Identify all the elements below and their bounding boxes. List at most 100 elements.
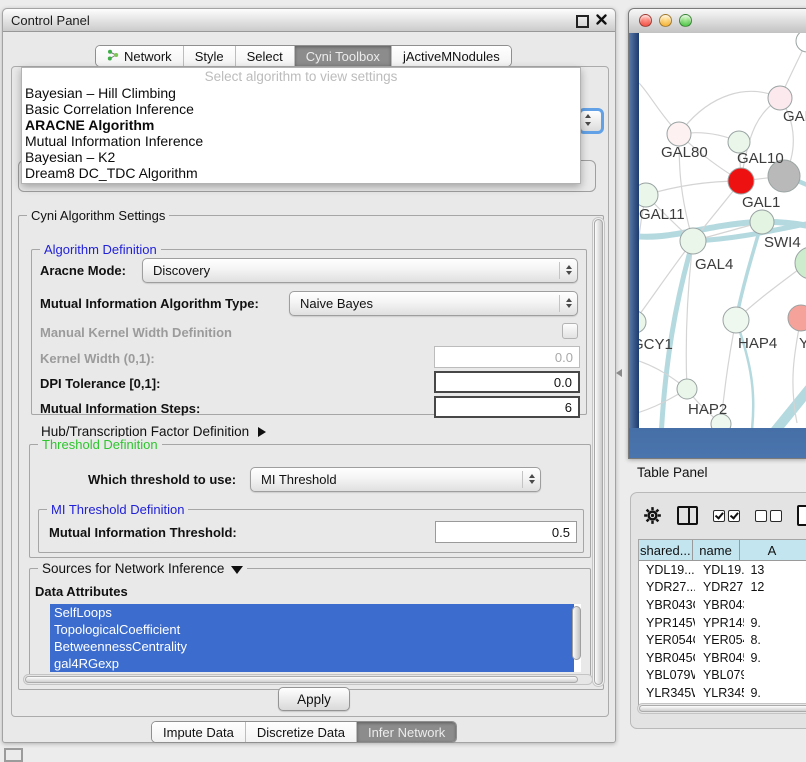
- splitter-arrow-icon[interactable]: [616, 369, 622, 377]
- aracne-mode-select[interactable]: Discovery: [142, 258, 578, 283]
- table-row[interactable]: YLR345WYLR345W9.: [639, 684, 806, 702]
- mi-algorithm-type-label: Mutual Information Algorithm Type:: [40, 296, 259, 311]
- column-header[interactable]: shared...: [639, 540, 693, 561]
- tab-style[interactable]: Style: [183, 46, 235, 66]
- dpi-tolerance-label: DPI Tolerance [0,1]:: [40, 376, 160, 391]
- table-cell: [744, 596, 806, 614]
- tab-label: Impute Data: [163, 725, 234, 740]
- sources-group: Sources for Network Inference Data Attri…: [29, 568, 591, 677]
- table-row[interactable]: YBR043CYBR043C: [639, 596, 806, 614]
- network-tab-icon: [107, 49, 119, 64]
- kernel-width-input[interactable]: 0.0: [434, 346, 580, 368]
- table-horizontal-scrollbar[interactable]: [637, 703, 806, 714]
- table-panel-title: Table Panel: [637, 465, 708, 480]
- gear-icon[interactable]: [643, 506, 662, 525]
- tab-discretize-data[interactable]: Discretize Data: [245, 722, 356, 742]
- node-label: SWI4: [764, 234, 801, 251]
- sources-legend-label: Sources for Network Inference: [42, 561, 224, 576]
- network-node[interactable]: [728, 168, 754, 194]
- algorithm-option[interactable]: Dream8 DC_TDC Algorithm: [22, 165, 580, 181]
- table-cell: 9.: [744, 614, 806, 632]
- column-header[interactable]: name: [693, 540, 740, 561]
- table-cell: YDR27...: [639, 579, 695, 597]
- mi-steps-input[interactable]: 6: [434, 396, 580, 418]
- spinner-arrows-icon: [559, 262, 577, 279]
- network-node[interactable]: [639, 311, 646, 333]
- table-cell: YLR345W: [639, 684, 695, 702]
- algorithm-option[interactable]: Basic Correlation Inference: [22, 101, 580, 117]
- apply-button[interactable]: Apply: [278, 687, 350, 711]
- network-edge[interactable]: [767, 377, 806, 428]
- network-window-titlebar[interactable]: [629, 9, 806, 34]
- tab-cyni-toolbox[interactable]: Cyni Toolbox: [294, 46, 391, 66]
- column-header[interactable]: A: [740, 540, 806, 561]
- dpi-tolerance-input[interactable]: 0.0: [434, 371, 580, 393]
- zoom-light-icon[interactable]: [679, 14, 692, 27]
- algorithm-option[interactable]: Bayesian – K2: [22, 149, 580, 165]
- algorithm-combo-focus-ring[interactable]: [578, 108, 604, 134]
- float-window-icon[interactable]: [576, 15, 589, 28]
- attribute-item[interactable]: BetweennessCentrality: [50, 638, 574, 655]
- tab-select[interactable]: Select: [235, 46, 294, 66]
- settings-vertical-scrollbar[interactable]: [592, 217, 605, 687]
- mi-threshold-input[interactable]: 0.5: [435, 521, 577, 543]
- mi-algorithm-type-select[interactable]: Naive Bayes: [289, 291, 578, 316]
- network-edge[interactable]: [679, 91, 780, 134]
- algorithm-option[interactable]: Bayesian – Hill Climbing: [22, 85, 580, 101]
- network-node[interactable]: [768, 86, 792, 110]
- network-node[interactable]: [639, 183, 658, 207]
- close-light-icon[interactable]: [639, 14, 652, 27]
- threshold-definition-legend: Threshold Definition: [38, 437, 162, 452]
- tab-label: Style: [195, 49, 224, 64]
- tab-jactivemnodules[interactable]: jActiveMNodules: [391, 46, 511, 66]
- table-cell: [744, 667, 806, 685]
- network-edge[interactable]: [646, 181, 741, 195]
- unchecked-pair-icon[interactable]: [755, 510, 782, 522]
- algorithm-option[interactable]: Mutual Information Inference: [22, 133, 580, 149]
- tab-network[interactable]: Network: [96, 46, 183, 66]
- columns-icon[interactable]: [677, 506, 698, 525]
- document-icon[interactable]: [797, 505, 806, 526]
- table-row[interactable]: YER054CYER054C8.: [639, 631, 806, 649]
- network-canvas[interactable]: GALGAL80GAL10GAL1GAL11SWI4GAL4GCY1HAP4YH…: [639, 33, 806, 428]
- network-node[interactable]: [795, 247, 806, 279]
- table-row[interactable]: YBL079WYBL079W: [639, 667, 806, 685]
- data-attributes-list[interactable]: SelfLoopsTopologicalCoefficientBetweenne…: [50, 604, 581, 672]
- mi-steps-label: Mutual Information Steps:: [40, 401, 200, 416]
- tab-infer-network[interactable]: Infer Network: [356, 722, 456, 742]
- close-icon[interactable]: [596, 14, 607, 25]
- tab-impute-data[interactable]: Impute Data: [152, 722, 245, 742]
- sources-legend[interactable]: Sources for Network Inference: [38, 561, 247, 576]
- data-attributes-label: Data Attributes: [35, 584, 128, 599]
- network-node[interactable]: [680, 228, 706, 254]
- attribute-item[interactable]: TopologicalCoefficient: [50, 621, 574, 638]
- table-row[interactable]: YDR27...YDR27...12: [639, 579, 806, 597]
- network-node[interactable]: [677, 379, 697, 399]
- table-row[interactable]: YDL19...YDL19...13: [639, 561, 806, 579]
- attribute-item[interactable]: gal4RGexp: [50, 655, 574, 672]
- control-panel-window: Control Panel NetworkStyleSelectCyni Too…: [2, 8, 616, 743]
- network-node[interactable]: [788, 305, 806, 331]
- network-edge[interactable]: [661, 241, 693, 428]
- algorithm-definition-group: Algorithm Definition Aracne Mode: Discov…: [31, 249, 587, 415]
- manual-kernel-checkbox[interactable]: [562, 323, 578, 339]
- minimized-panel-icon[interactable]: [4, 748, 23, 762]
- tab-label: jActiveMNodules: [403, 49, 500, 64]
- algorithm-definition-legend: Algorithm Definition: [40, 242, 161, 257]
- checked-pair-icon[interactable]: [713, 510, 740, 522]
- mi-threshold-definition-group: MI Threshold Definition Mutual Informati…: [38, 509, 584, 553]
- table-row[interactable]: YBR045CYBR045C9.: [639, 649, 806, 667]
- network-node[interactable]: [723, 307, 749, 333]
- settings-horizontal-scrollbar[interactable]: [23, 674, 593, 685]
- network-node[interactable]: [667, 122, 691, 146]
- network-node[interactable]: [796, 33, 806, 52]
- table-cell: YBR045C: [695, 649, 745, 667]
- list-scrollbar-thumb[interactable]: [572, 606, 581, 660]
- algorithm-option[interactable]: ARACNE Algorithm: [22, 117, 580, 133]
- network-node[interactable]: [750, 210, 774, 234]
- table-row[interactable]: YPR145WYPR145W9.: [639, 614, 806, 632]
- minimize-light-icon[interactable]: [659, 14, 672, 27]
- attribute-item[interactable]: SelfLoops: [50, 604, 574, 621]
- which-threshold-select[interactable]: MI Threshold: [250, 467, 541, 492]
- network-view-window: GALGAL80GAL10GAL1GAL11SWI4GAL4GCY1HAP4YH…: [628, 8, 806, 459]
